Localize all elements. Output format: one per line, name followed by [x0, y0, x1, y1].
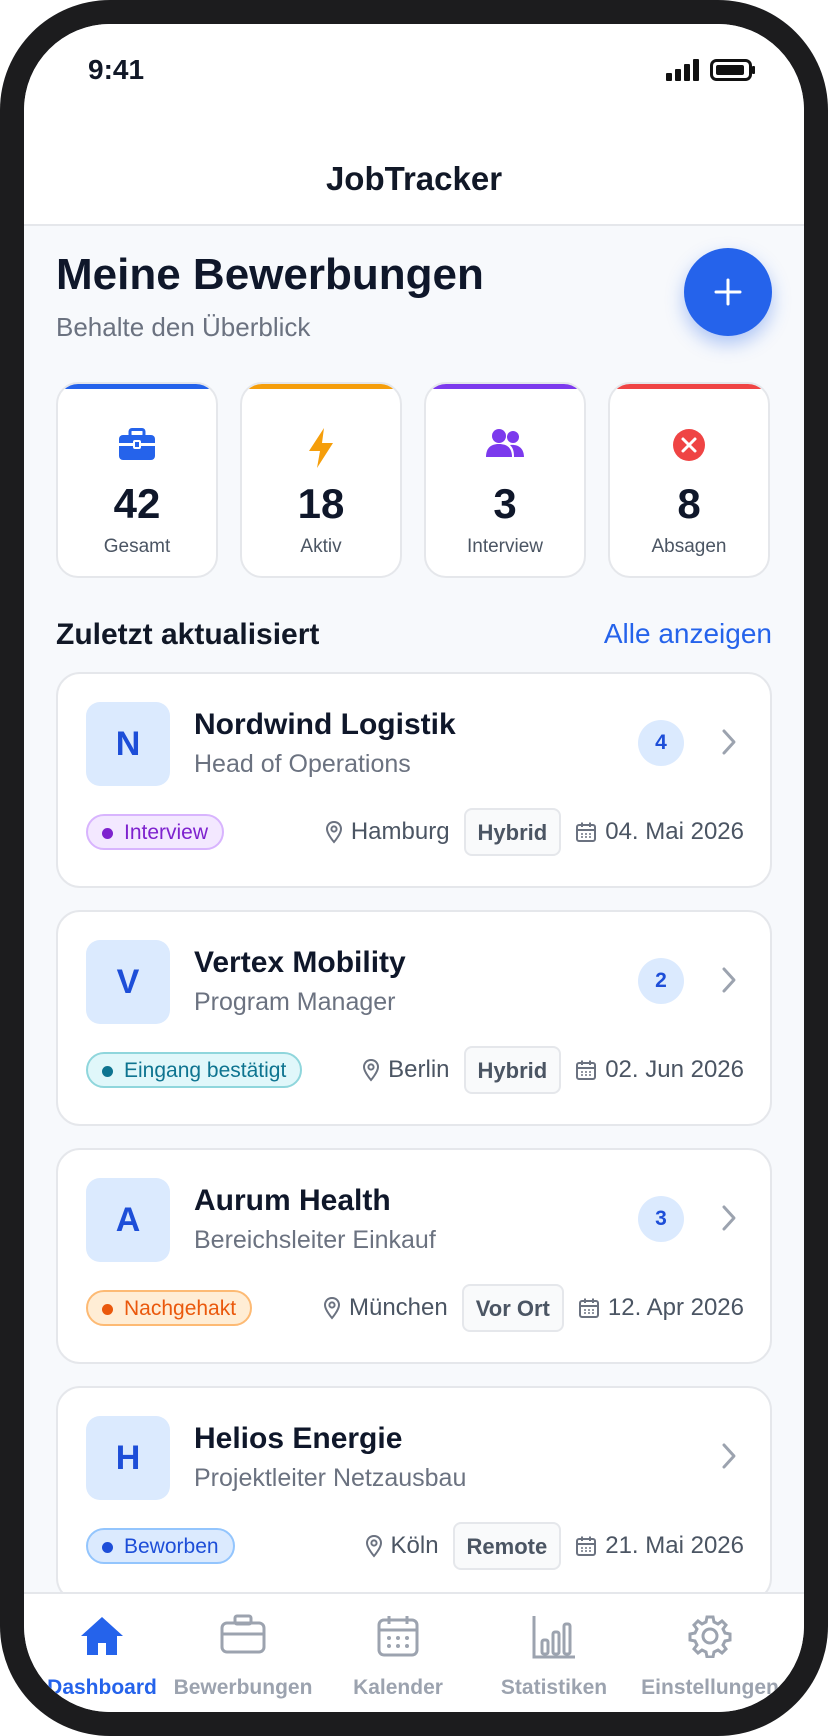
- page-title: Meine Bewerbungen: [56, 250, 484, 299]
- status-badge: Nachgehakt: [86, 1290, 253, 1326]
- gear-icon: [688, 1615, 732, 1658]
- company-avatar: A: [86, 1178, 170, 1262]
- location: Berlin: [388, 1056, 450, 1083]
- stat-value: 18: [297, 480, 345, 527]
- tab-label: Einstellungen: [641, 1676, 779, 1699]
- tab-label: Bewerbungen: [173, 1676, 313, 1699]
- stat-label: Interview: [466, 536, 544, 557]
- x-circle-icon: [673, 429, 705, 461]
- calendar-icon: [578, 1298, 599, 1318]
- application-card-helios[interactable]: H Helios Energie Projektleiter Netzausba…: [56, 1386, 772, 1602]
- job-meta: Hamburg Hybrid 04. Mai 2026: [325, 804, 744, 860]
- chevron-right-icon[interactable]: [720, 1204, 738, 1232]
- home-icon: [81, 1617, 123, 1655]
- company-name: Aurum Health: [194, 1184, 391, 1217]
- company-name: Helios Energie: [194, 1422, 403, 1455]
- date: 02. Jun 2026: [605, 1056, 744, 1083]
- lightning-icon: [309, 428, 333, 468]
- tab-bewerbungen[interactable]: Bewerbungen: [165, 1594, 321, 1712]
- job-meta: Berlin Hybrid 02. Jun 2026: [362, 1042, 744, 1098]
- location-pin-icon: [363, 1058, 380, 1082]
- location-pin-icon: [325, 820, 342, 844]
- tab-label: Kalender: [353, 1676, 443, 1699]
- application-card-aurum[interactable]: A Aurum Health Bereichsleiter Einkauf 3 …: [56, 1148, 772, 1364]
- date: 04. Mai 2026: [605, 818, 744, 845]
- page-subtitle: Behalte den Überblick: [56, 312, 311, 342]
- count-badge: 4: [638, 720, 684, 766]
- stat-card-active[interactable]: 18 Aktiv: [240, 382, 402, 578]
- application-card-nordwind[interactable]: N Nordwind Logistik Head of Operations 4…: [56, 672, 772, 888]
- status-time: 9:41: [88, 54, 145, 85]
- stat-card-interview[interactable]: 3 Interview: [424, 382, 586, 578]
- stat-value: 42: [113, 480, 161, 527]
- stat-label: Gesamt: [103, 536, 171, 557]
- job-title: Projektleiter Netzausbau: [194, 1464, 467, 1492]
- app-header: JobTracker: [24, 134, 804, 226]
- tab-einstellungen[interactable]: Einstellungen: [632, 1594, 788, 1712]
- stat-accent: [242, 384, 400, 389]
- date: 12. Apr 2026: [607, 1294, 744, 1321]
- status-badge: Beworben: [86, 1528, 235, 1564]
- calendar-icon: [576, 822, 597, 842]
- tab-statistiken[interactable]: Statistiken: [476, 1594, 632, 1712]
- job-title: Bereichsleiter Einkauf: [194, 1226, 436, 1254]
- date: 21. Mai 2026: [605, 1532, 744, 1559]
- location: Köln: [390, 1532, 439, 1559]
- status-badge: Interview: [86, 814, 225, 850]
- job-meta: München Vor Ort 12. Apr 2026: [323, 1280, 744, 1336]
- stat-accent: [58, 384, 216, 389]
- stat-card-total[interactable]: 42 Gesamt: [56, 382, 218, 578]
- status-bar: 9:41: [24, 24, 804, 134]
- tab-kalender[interactable]: Kalender: [320, 1594, 476, 1712]
- device-frame: 9:41 JobTracker Meine Bewerbungen Behalt…: [0, 0, 828, 1736]
- stat-value: 8: [677, 480, 701, 527]
- chart-icon: [532, 1616, 575, 1659]
- work-mode-tag: Vor Ort: [461, 1284, 564, 1332]
- stat-card-rejections[interactable]: 8 Absagen: [608, 382, 770, 578]
- chevron-right-icon[interactable]: [720, 1442, 738, 1470]
- application-card-vertex[interactable]: V Vertex Mobility Program Manager 2 Eing…: [56, 910, 772, 1126]
- chevron-right-icon[interactable]: [720, 966, 738, 994]
- section-title: Zuletzt aktualisiert: [56, 618, 320, 651]
- bottom-tab-bar: Dashboard Bewerbungen Kalender Statistik…: [24, 1592, 804, 1712]
- calendar-icon: [576, 1060, 597, 1080]
- battery-icon: [710, 59, 755, 81]
- calendar-icon: [377, 1616, 419, 1657]
- stat-label: Absagen: [651, 536, 727, 557]
- show-all-link[interactable]: Alle anzeigen: [604, 618, 772, 650]
- company-avatar: H: [86, 1416, 170, 1500]
- company-name: Vertex Mobility: [194, 946, 406, 979]
- location: Hamburg: [350, 818, 450, 845]
- app-title: JobTracker: [325, 160, 503, 197]
- location-pin-icon: [365, 1534, 382, 1558]
- work-mode-tag: Hybrid: [463, 1046, 562, 1094]
- company-avatar: N: [86, 702, 170, 786]
- count-badge: 3: [638, 1196, 684, 1242]
- briefcase-icon: [119, 428, 155, 460]
- signal-icon: [666, 59, 699, 81]
- work-mode-tag: Hybrid: [463, 808, 562, 856]
- job-meta: Köln Remote 21. Mai 2026: [365, 1518, 744, 1574]
- location: München: [348, 1294, 448, 1321]
- count-badge: 2: [638, 958, 684, 1004]
- chevron-right-icon[interactable]: [720, 728, 738, 756]
- job-title: Head of Operations: [194, 750, 411, 778]
- briefcase-icon: [220, 1614, 266, 1654]
- job-title: Program Manager: [194, 988, 396, 1016]
- company-name: Nordwind Logistik: [194, 708, 456, 741]
- users-icon: [486, 429, 524, 457]
- calendar-icon: [576, 1536, 597, 1556]
- company-avatar: V: [86, 940, 170, 1024]
- stat-accent: [610, 384, 768, 389]
- tab-label: Statistiken: [500, 1676, 608, 1699]
- screen: 9:41 JobTracker Meine Bewerbungen Behalt…: [24, 24, 804, 1712]
- work-mode-tag: Remote: [452, 1522, 562, 1570]
- stat-value: 3: [493, 480, 517, 527]
- add-application-button[interactable]: [684, 248, 772, 336]
- status-badge: Eingang bestätigt: [86, 1052, 303, 1088]
- stat-accent: [426, 384, 584, 389]
- stat-label: Aktiv: [300, 536, 342, 557]
- location-pin-icon: [323, 1296, 340, 1320]
- plus-icon: [714, 278, 742, 306]
